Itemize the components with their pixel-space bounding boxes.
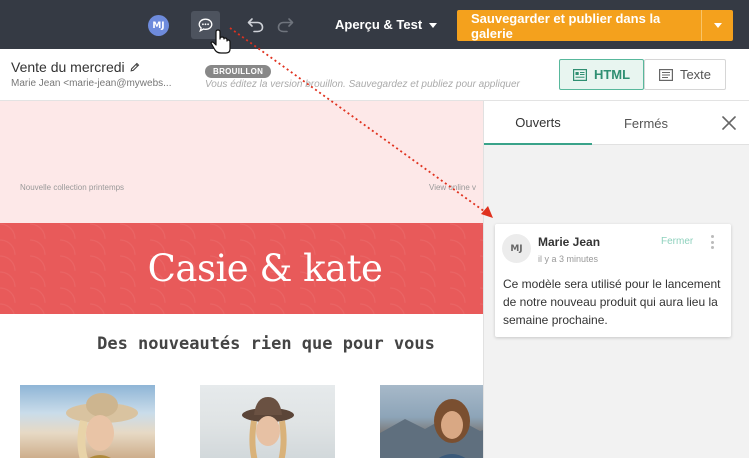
redo-button[interactable] bbox=[276, 16, 294, 38]
undo-button[interactable] bbox=[247, 16, 265, 38]
comments-tabs: Ouverts Fermés bbox=[484, 101, 749, 145]
draft-notice: Vous éditez la version brouillon. Sauveg… bbox=[205, 79, 520, 90]
brand-banner[interactable]: Casie & kate bbox=[0, 223, 483, 314]
document-title-text: Vente du mercredi bbox=[11, 59, 125, 75]
save-publish-button[interactable]: Sauvegarder et publier dans la galerie bbox=[457, 10, 701, 41]
tab-open-comments[interactable]: Ouverts bbox=[484, 101, 592, 145]
redo-icon bbox=[277, 18, 294, 33]
preview-test-dropdown[interactable]: Aperçu & Test bbox=[335, 17, 438, 32]
publish-button-group: Sauvegarder et publier dans la galerie bbox=[457, 10, 733, 41]
preheader-section[interactable]: Nouvelle collection printemps View onlin… bbox=[0, 101, 483, 223]
product-photo[interactable] bbox=[380, 385, 483, 458]
pencil-icon[interactable] bbox=[130, 62, 140, 72]
text-view-label: Texte bbox=[679, 67, 712, 82]
more-options-icon[interactable] bbox=[709, 235, 715, 249]
close-icon[interactable] bbox=[720, 114, 738, 132]
model-fedora-image bbox=[242, 397, 294, 458]
preview-test-label: Aperçu & Test bbox=[335, 17, 423, 32]
html-layout-icon bbox=[572, 68, 587, 81]
sender-address: Marie Jean <marie-jean@mywebs... bbox=[11, 78, 172, 89]
html-view-label: HTML bbox=[593, 67, 631, 82]
chevron-down-icon bbox=[429, 22, 438, 28]
model-hat-image bbox=[66, 393, 138, 458]
document-title[interactable]: Vente du mercredi bbox=[11, 59, 140, 75]
comment-author: Marie Jean bbox=[538, 235, 601, 249]
tab-closed-comments[interactable]: Fermés bbox=[592, 101, 700, 145]
comment-card[interactable]: MJ Marie Jean il y a 3 minutes Fermer Ce… bbox=[495, 224, 731, 337]
comments-panel: Ouverts Fermés MJ Marie Jean il y a 3 mi… bbox=[483, 101, 749, 458]
model-outdoor-image bbox=[380, 399, 483, 458]
close-comment-link[interactable]: Fermer bbox=[661, 236, 693, 247]
top-toolbar: MJ Aperçu & Test Sauvegarder et publier … bbox=[0, 0, 749, 49]
email-canvas[interactable]: Nouvelle collection printemps View onlin… bbox=[0, 101, 483, 458]
text-document-icon bbox=[658, 68, 673, 81]
status-badge: BROUILLON bbox=[205, 65, 272, 78]
product-photo[interactable] bbox=[200, 385, 335, 458]
document-header: Vente du mercredi Marie Jean <marie-jean… bbox=[0, 49, 749, 101]
brand-logo: Casie & kate bbox=[147, 247, 383, 290]
text-view-button[interactable]: Texte bbox=[644, 59, 726, 90]
product-photo[interactable] bbox=[20, 385, 155, 458]
html-view-button[interactable]: HTML bbox=[559, 59, 644, 90]
view-online-link[interactable]: View online v bbox=[429, 183, 476, 192]
publish-options-button[interactable] bbox=[701, 10, 733, 41]
undo-icon bbox=[247, 18, 264, 33]
comment-text: Ce modèle sera utilisé pour le lancement… bbox=[503, 277, 721, 327]
comments-button[interactable] bbox=[191, 11, 220, 39]
email-headline[interactable]: Des nouveautés rien que pour vous bbox=[0, 334, 483, 354]
chevron-down-icon bbox=[713, 23, 722, 28]
user-avatar[interactable]: MJ bbox=[148, 15, 169, 36]
comment-bubble-icon bbox=[198, 18, 213, 32]
commenter-avatar: MJ bbox=[502, 234, 531, 263]
preheader-text[interactable]: Nouvelle collection printemps bbox=[20, 183, 124, 192]
comment-timestamp: il y a 3 minutes bbox=[538, 254, 599, 264]
